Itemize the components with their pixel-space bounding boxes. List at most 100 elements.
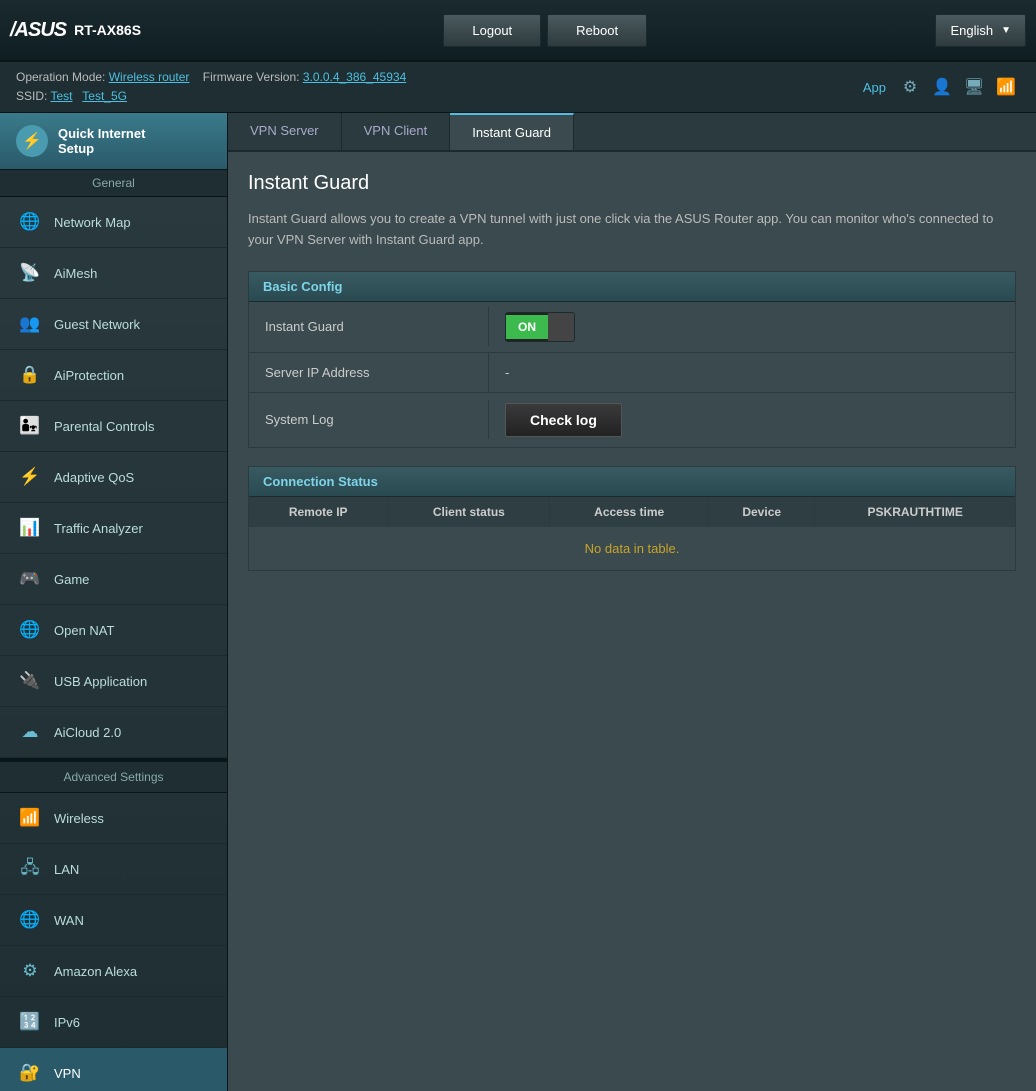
sidebar-item-wireless[interactable]: 📶 Wireless [0,793,227,844]
ssid-5g[interactable]: Test_5G [82,89,127,103]
instant-guard-value: ON [489,302,1015,352]
sidebar-item-label: Amazon Alexa [54,964,137,979]
sidebar-item-aimesh[interactable]: 📡 AiMesh [0,248,227,299]
traffic-analyzer-icon: 📊 [16,514,44,542]
instant-guard-toggle[interactable]: ON [505,312,999,342]
sidebar-item-label: VPN [54,1066,81,1081]
sidebar-item-usb-application[interactable]: 🔌 USB Application [0,656,227,707]
wan-icon: 🌐 [16,906,44,934]
monitor-icon[interactable]: 🖥 [960,73,988,101]
tab-vpn-server[interactable]: VPN Server [228,113,342,150]
sidebar-item-label: IPv6 [54,1015,80,1030]
tab-vpn-client[interactable]: VPN Client [342,113,451,150]
amazon-alexa-icon: ⚙ [16,957,44,985]
game-icon: 🎮 [16,565,44,593]
sidebar-item-wan[interactable]: 🌐 WAN [0,895,227,946]
check-log-button[interactable]: Check log [505,403,622,437]
ipv6-icon: 🔢 [16,1008,44,1036]
sidebar-item-label: Adaptive QoS [54,470,134,485]
adaptive-qos-icon: ⚡ [16,463,44,491]
col-client-status: Client status [388,497,550,527]
sidebar-item-game[interactable]: 🎮 Game [0,554,227,605]
sidebar-item-aicloud[interactable]: ☁ AiCloud 2.0 [0,707,227,758]
instant-guard-label: Instant Guard [249,307,489,346]
sidebar-item-network-map[interactable]: 🌐 Network Map [0,197,227,248]
sidebar-item-label: Traffic Analyzer [54,521,143,536]
network-map-icon: 🌐 [16,208,44,236]
sidebar-item-lan[interactable]: 🖧 LAN [0,844,227,895]
toggle-switch[interactable]: ON [505,312,575,342]
sidebar-item-label: Network Map [54,215,131,230]
app-label: App [863,80,886,95]
sidebar-item-label: WAN [54,913,84,928]
sidebar-item-open-nat[interactable]: 🌐 Open NAT [0,605,227,656]
aicloud-icon: ☁ [16,718,44,746]
app-icons-bar: App ⚙ 👤 🖥 📶 [863,73,1020,101]
settings-icon[interactable]: ⚙ [896,73,924,101]
server-ip-row: Server IP Address - [249,353,1015,393]
sidebar: ⚡ Quick InternetSetup General 🌐 Network … [0,113,228,1091]
page-title: Instant Guard [248,172,1016,195]
sidebar-item-ipv6[interactable]: 🔢 IPv6 [0,997,227,1048]
connection-status-section: Connection Status Remote IP Client statu… [248,466,1016,571]
basic-config-header: Basic Config [249,272,1015,302]
sidebar-item-traffic-analyzer[interactable]: 📊 Traffic Analyzer [0,503,227,554]
sidebar-item-label: USB Application [54,674,147,689]
open-nat-icon: 🌐 [16,616,44,644]
sidebar-item-label: Wireless [54,811,104,826]
infobar: Operation Mode: Wireless router Firmware… [0,62,1036,113]
vpn-icon: 🔐 [16,1059,44,1087]
system-log-label: System Log [249,400,489,439]
sidebar-item-label: AiProtection [54,368,124,383]
col-remote-ip: Remote IP [249,497,388,527]
sidebar-item-label: AiMesh [54,266,97,281]
logo-asus-icon: /ASUS [10,19,66,42]
aiprotection-icon: 🔒 [16,361,44,389]
server-ip-label: Server IP Address [249,353,489,392]
system-log-row: System Log Check log [249,393,1015,447]
aimesh-icon: 📡 [16,259,44,287]
language-selector[interactable]: English ▼ [935,14,1026,47]
logo: /ASUS RT-AX86S [10,19,141,42]
no-data-message: No data in table. [249,527,1015,570]
guest-network-icon: 👥 [16,310,44,338]
sidebar-item-vpn[interactable]: 🔐 VPN [0,1048,227,1091]
quick-internet-setup[interactable]: ⚡ Quick InternetSetup [0,113,227,170]
sidebar-item-aiprotection[interactable]: 🔒 AiProtection [0,350,227,401]
col-pskrauthtime: PSKRAUTHTIME [815,497,1015,527]
user-icon[interactable]: 👤 [928,73,956,101]
col-access-time: Access time [550,497,709,527]
reboot-button[interactable]: Reboot [547,14,647,47]
sidebar-item-parental-controls[interactable]: 👨‍👧 Parental Controls [0,401,227,452]
operation-mode-label: Operation Mode: [16,70,105,84]
logout-button[interactable]: Logout [443,14,541,47]
page-description: Instant Guard allows you to create a VPN… [248,209,1016,251]
wifi-icon[interactable]: 📶 [992,73,1020,101]
system-info: Operation Mode: Wireless router Firmware… [16,68,406,106]
logo-model: RT-AX86S [74,22,141,38]
sidebar-item-label: Open NAT [54,623,114,638]
toggle-off-part [548,313,574,341]
firmware-value[interactable]: 3.0.0.4_386_45934 [303,70,406,84]
sidebar-item-amazon-alexa[interactable]: ⚙ Amazon Alexa [0,946,227,997]
quick-setup-label: Quick InternetSetup [58,126,145,156]
sidebar-item-guest-network[interactable]: 👥 Guest Network [0,299,227,350]
col-device: Device [709,497,815,527]
general-section-header: General [0,170,227,197]
wireless-icon: 📶 [16,804,44,832]
page-content: Instant Guard Instant Guard allows you t… [228,152,1036,609]
lan-icon: 🖧 [16,855,44,883]
ssid-2g[interactable]: Test [50,89,72,103]
operation-mode-value[interactable]: Wireless router [109,70,190,84]
table-header-row: Remote IP Client status Access time Devi… [249,497,1015,527]
advanced-settings-header: Advanced Settings [0,758,227,793]
sidebar-item-label: Parental Controls [54,419,154,434]
firmware-label: Firmware Version: [203,70,300,84]
toggle-on-label: ON [506,315,548,339]
sidebar-item-label: AiCloud 2.0 [54,725,121,740]
sidebar-item-label: LAN [54,862,79,877]
sidebar-item-adaptive-qos[interactable]: ⚡ Adaptive QoS [0,452,227,503]
sidebar-item-label: Game [54,572,89,587]
topbar: /ASUS RT-AX86S Logout Reboot English ▼ [0,0,1036,62]
tab-instant-guard[interactable]: Instant Guard [450,113,574,150]
